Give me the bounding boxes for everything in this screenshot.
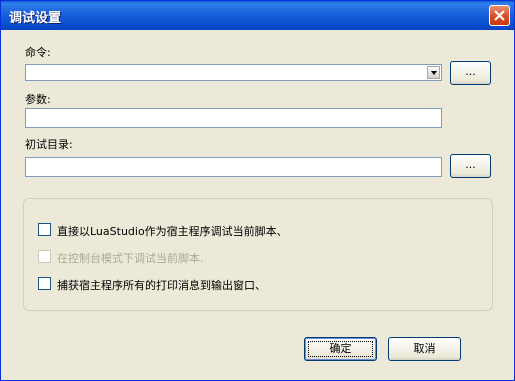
params-input[interactable] bbox=[25, 108, 442, 128]
close-button[interactable] bbox=[489, 5, 510, 26]
params-label: 参数: bbox=[25, 93, 51, 106]
capture-output-checkbox[interactable] bbox=[38, 277, 51, 290]
close-icon bbox=[494, 10, 505, 21]
debug-settings-dialog: 调试设置 命令: ... 参数: 初试目录: ... 直接以LuaStudio作… bbox=[0, 0, 515, 381]
ok-button[interactable]: 确定 bbox=[304, 337, 377, 361]
cancel-button[interactable]: 取消 bbox=[388, 337, 461, 361]
cancel-button-label: 取消 bbox=[413, 342, 436, 355]
capture-output-label: 捕获宿主程序所有的打印消息到输出窗口、 bbox=[57, 279, 266, 292]
command-combobox[interactable] bbox=[25, 64, 442, 81]
focus-rect bbox=[308, 341, 373, 357]
window-title: 调试设置 bbox=[9, 11, 62, 26]
chevron-down-icon[interactable] bbox=[427, 66, 440, 79]
host-debug-label: 直接以LuaStudio作为宿主程序调试当前脚本、 bbox=[57, 225, 288, 238]
host-debug-checkbox[interactable] bbox=[38, 223, 51, 236]
command-browse-button[interactable]: ... bbox=[450, 61, 491, 85]
console-debug-checkbox bbox=[38, 250, 51, 263]
workdir-label: 初试目录: bbox=[25, 138, 73, 151]
workdir-input[interactable] bbox=[25, 157, 442, 177]
console-debug-label: 在控制台模式下调试当前脚本. bbox=[57, 252, 204, 265]
dialog-body: 命令: ... 参数: 初试目录: ... 直接以LuaStudio作为宿主程序… bbox=[4, 30, 511, 379]
title-bar[interactable]: 调试设置 bbox=[1, 1, 514, 30]
command-label: 命令: bbox=[25, 46, 51, 59]
workdir-browse-button[interactable]: ... bbox=[450, 154, 491, 178]
